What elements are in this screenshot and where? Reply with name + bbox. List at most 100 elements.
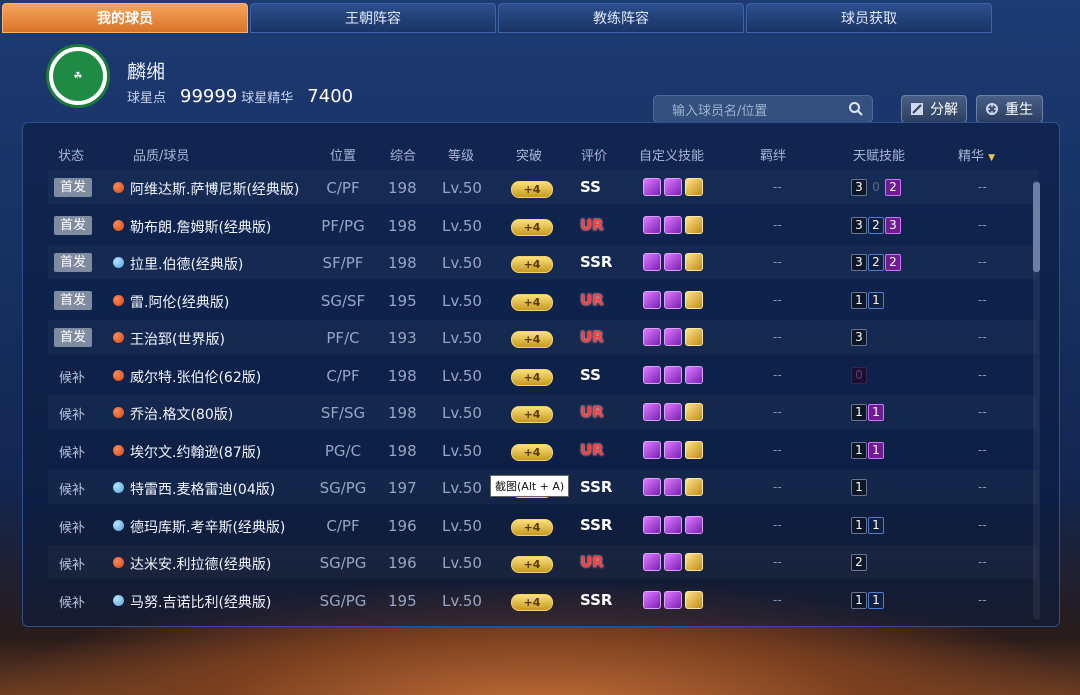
custom-skill-icon[interactable] (664, 328, 682, 346)
custom-skill-icon[interactable] (643, 478, 661, 496)
table-row[interactable]: 首发 阿维达斯.萨博尼斯(经典版) C/PF 198 Lv.50 +4 SS -… (48, 170, 1038, 204)
table-row[interactable]: 首发 雷.阿伦(经典版) SG/SF 195 Lv.50 +4 UR -- 11… (48, 283, 1038, 317)
breakthrough-badge[interactable]: +4 (511, 518, 553, 536)
col-talent[interactable]: 天赋技能 (853, 145, 905, 164)
custom-skill-icon[interactable] (643, 515, 661, 534)
player-name[interactable]: 马努.吉诺比利(经典版) (130, 592, 271, 612)
custom-skill-icon[interactable] (643, 253, 661, 271)
search-icon[interactable] (848, 101, 864, 117)
custom-skill-icon[interactable] (685, 328, 703, 346)
custom-skill-icon[interactable] (643, 178, 661, 196)
custom-skill-icon[interactable] (664, 365, 682, 384)
rebirth-button[interactable]: 重生 (976, 95, 1043, 123)
col-level[interactable]: 等级 (448, 145, 474, 164)
player-name[interactable]: 特雷西.麦格雷迪(04版) (130, 479, 275, 499)
custom-skill-icon[interactable] (685, 290, 703, 309)
custom-skill-icon[interactable] (664, 478, 682, 496)
table-row[interactable]: 首发 王治郅(世界版) PF/C 193 Lv.50 +4 UR -- 3 -- (48, 320, 1038, 354)
breakthrough-badge[interactable]: +4 (511, 406, 553, 423)
custom-skill-icon[interactable] (643, 403, 661, 421)
breakthrough-badge[interactable]: +4 (511, 181, 553, 198)
table-row[interactable]: 候补 达米安.利拉德(经典版) SG/PG 196 Lv.50 +4 UR --… (48, 545, 1038, 579)
table-row[interactable]: 首发 拉里.伯德(经典版) SF/PF 198 Lv.50 +4 SSR -- … (48, 245, 1038, 279)
custom-skill-icon[interactable] (664, 290, 682, 309)
talent-badge[interactable]: 1 (851, 291, 867, 309)
player-name[interactable]: 德玛库斯.考辛斯(经典版) (130, 517, 285, 537)
col-bond[interactable]: 羁绊 (760, 145, 786, 164)
talent-badge[interactable]: 1 (851, 591, 867, 609)
scrollbar[interactable] (1033, 180, 1040, 620)
custom-skill-icon[interactable] (685, 515, 703, 534)
breakthrough-badge[interactable]: +4 (511, 556, 553, 573)
custom-skill-icon[interactable] (643, 365, 661, 384)
player-name[interactable]: 拉里.伯德(经典版) (130, 254, 243, 274)
custom-skill-icon[interactable] (664, 440, 682, 459)
breakthrough-badge[interactable]: +4 (511, 331, 553, 348)
custom-skill-icon[interactable] (685, 215, 703, 234)
player-name[interactable]: 王治郅(世界版) (130, 329, 225, 349)
breakthrough-badge[interactable]: +4 (511, 218, 553, 236)
custom-skill-icon[interactable] (685, 590, 703, 609)
col-essence[interactable]: 精华 ▼ (958, 145, 995, 164)
player-name[interactable]: 阿维达斯.萨博尼斯(经典版) (130, 179, 299, 199)
custom-skill-icon[interactable] (685, 478, 703, 496)
custom-skill-icon[interactable] (643, 328, 661, 346)
tab-coach[interactable]: 教练阵容 (498, 3, 744, 33)
table-row[interactable]: 候补 德玛库斯.考辛斯(经典版) C/PF 196 Lv.50 +4 SSR -… (48, 508, 1038, 542)
player-name[interactable]: 乔治.格文(80版) (130, 404, 233, 424)
col-status[interactable]: 状态 (58, 145, 84, 164)
custom-skill-icon[interactable] (664, 590, 682, 609)
talent-badge[interactable]: 1 (851, 441, 867, 459)
talent-badge[interactable]: 2 (851, 554, 867, 571)
col-custom-skills[interactable]: 自定义技能 (639, 145, 704, 164)
custom-skill-icon[interactable] (685, 440, 703, 459)
talent-badge[interactable]: 1 (868, 404, 884, 421)
talent-badge[interactable]: 1 (851, 404, 867, 421)
talent-badge[interactable]: 1 (851, 479, 867, 496)
custom-skill-icon[interactable] (643, 290, 661, 309)
custom-skill-icon[interactable] (643, 590, 661, 609)
tab-acquire[interactable]: 球员获取 (746, 3, 992, 33)
talent-badge[interactable]: 2 (885, 254, 901, 271)
talent-badge[interactable]: 0 (868, 179, 884, 196)
talent-badge[interactable]: 3 (851, 179, 867, 196)
custom-skill-icon[interactable] (664, 553, 682, 571)
custom-skill-icon[interactable] (664, 515, 682, 534)
custom-skill-icon[interactable] (664, 403, 682, 421)
custom-skill-icon[interactable] (685, 365, 703, 384)
breakthrough-badge[interactable]: +4 (511, 256, 553, 273)
talent-badge[interactable]: 3 (851, 329, 867, 346)
player-name[interactable]: 埃尔文.约翰逊(87版) (130, 442, 261, 462)
player-name[interactable]: 威尔特.张伯伦(62版) (130, 367, 261, 387)
custom-skill-icon[interactable] (685, 403, 703, 421)
col-position[interactable]: 位置 (330, 145, 356, 164)
scrollbar-thumb[interactable] (1033, 182, 1040, 272)
talent-badge[interactable]: 3 (885, 216, 901, 234)
col-rating[interactable]: 评价 (581, 145, 607, 164)
custom-skill-icon[interactable] (643, 553, 661, 571)
player-name[interactable]: 雷.阿伦(经典版) (130, 292, 229, 312)
talent-badge[interactable]: 1 (868, 591, 884, 609)
talent-badge[interactable]: 1 (868, 516, 884, 534)
breakthrough-badge[interactable]: +4 (511, 443, 553, 461)
breakthrough-badge[interactable]: +4 (511, 368, 553, 386)
custom-skill-icon[interactable] (685, 253, 703, 271)
custom-skill-icon[interactable] (643, 215, 661, 234)
table-row[interactable]: 候补 威尔特.张伯伦(62版) C/PF 198 Lv.50 +4 SS -- … (48, 358, 1038, 392)
custom-skill-icon[interactable] (664, 253, 682, 271)
tab-my-players[interactable]: 我的球员 (2, 3, 248, 33)
talent-badge[interactable]: 1 (868, 291, 884, 309)
col-quality-player[interactable]: 品质/球员 (133, 145, 189, 164)
player-name[interactable]: 达米安.利拉德(经典版) (130, 554, 271, 574)
sort-desc-icon[interactable]: ▼ (988, 153, 995, 163)
col-overall[interactable]: 综合 (390, 145, 416, 164)
table-row[interactable]: 候补 埃尔文.约翰逊(87版) PG/C 198 Lv.50 +4 UR -- … (48, 433, 1038, 467)
custom-skill-icon[interactable] (685, 553, 703, 571)
talent-badge[interactable]: 0 (851, 366, 867, 384)
talent-badge[interactable]: 1 (868, 441, 884, 459)
player-name[interactable]: 勒布朗.詹姆斯(经典版) (130, 217, 271, 237)
table-row[interactable]: 首发 勒布朗.詹姆斯(经典版) PF/PG 198 Lv.50 +4 UR --… (48, 208, 1038, 242)
custom-skill-icon[interactable] (643, 440, 661, 459)
custom-skill-icon[interactable] (685, 178, 703, 196)
table-row[interactable]: 候补 乔治.格文(80版) SF/SG 198 Lv.50 +4 UR -- 1… (48, 395, 1038, 429)
